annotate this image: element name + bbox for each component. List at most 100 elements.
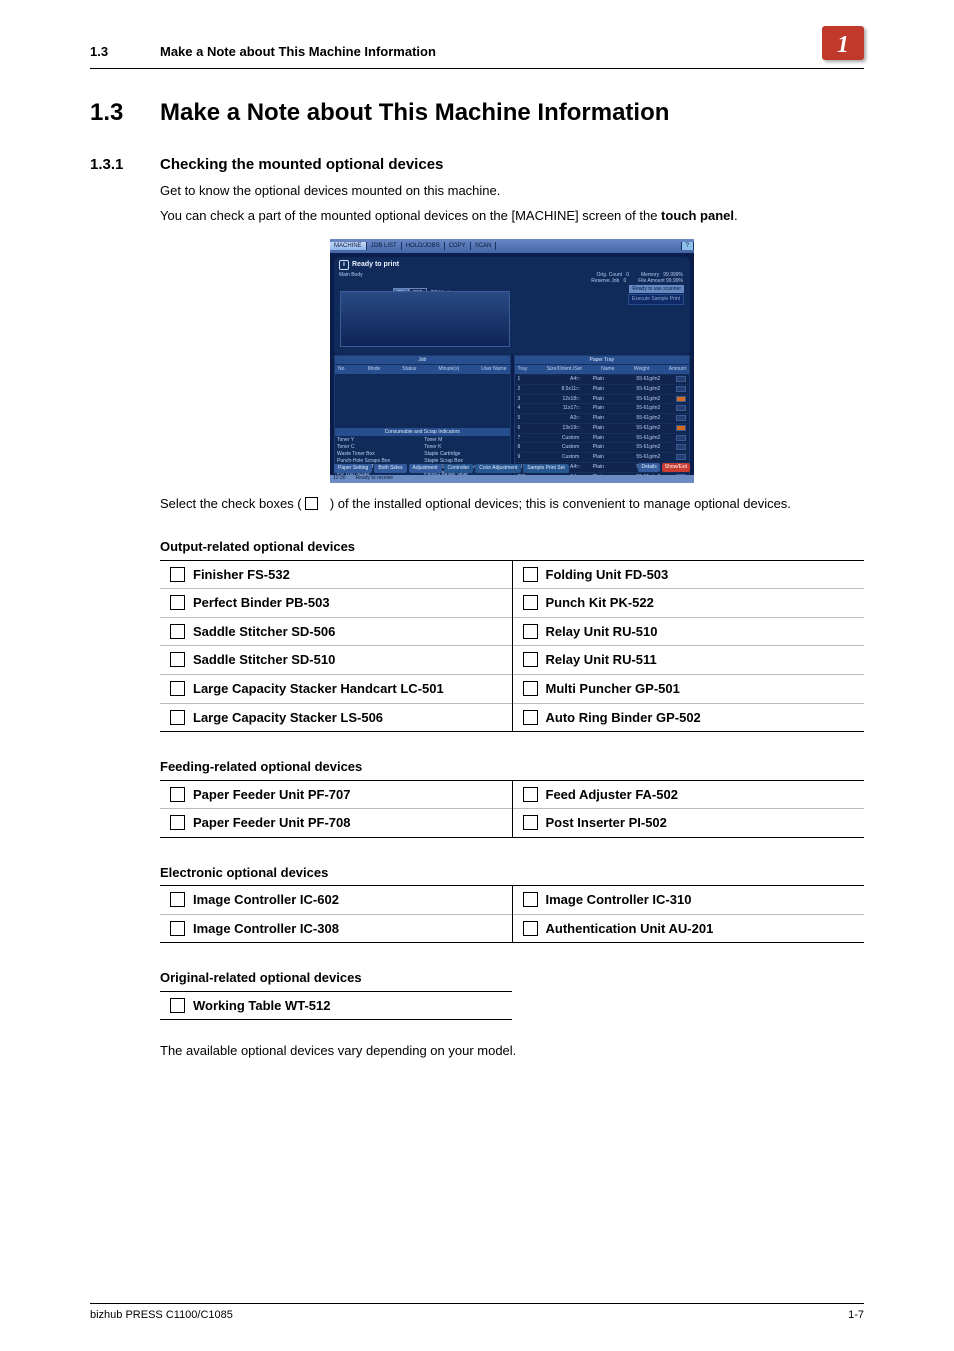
paragraph-3b: ) of the installed optional devices; thi… <box>326 496 791 511</box>
paragraph-2: You can check a part of the mounted opti… <box>160 207 864 225</box>
device-checkbox[interactable] <box>170 624 185 639</box>
device-checkbox[interactable] <box>523 624 538 639</box>
device-checkbox[interactable] <box>170 652 185 667</box>
page-header: 1.3 Make a Note about This Machine Infor… <box>90 30 864 69</box>
device-checkbox[interactable] <box>523 815 538 830</box>
tray-row: 28.5x11□Plain55-61g/m2 <box>515 384 690 394</box>
device-checkbox[interactable] <box>523 567 538 582</box>
device-checkbox[interactable] <box>170 892 185 907</box>
paragraph-1: Get to know the optional devices mounted… <box>160 182 864 200</box>
device-label: Punch Kit PK-522 <box>546 595 654 610</box>
device-label: Authentication Unit AU-201 <box>546 921 714 936</box>
device-cell: Finisher FS-532 <box>160 560 512 589</box>
tab-copy: COPY <box>445 242 471 250</box>
header-section-number: 1.3 <box>90 43 160 61</box>
tray-row: 8CustomPlain55-61g/m2 <box>515 442 690 452</box>
device-checkbox[interactable] <box>523 595 538 610</box>
device-checkbox[interactable] <box>170 998 185 1013</box>
ready-scanner-button: Ready to use scanner <box>629 285 684 294</box>
device-checkbox[interactable] <box>523 681 538 696</box>
checkbox-glyph <box>305 497 318 510</box>
device-checkbox[interactable] <box>170 681 185 696</box>
tray-row: 1A4□Plain55-61g/m2 <box>515 374 690 384</box>
device-checkbox[interactable] <box>170 921 185 936</box>
execute-sample-print-button: Execute Sample Print <box>628 294 684 305</box>
device-checkbox[interactable] <box>170 595 185 610</box>
section-heading-number: 1.3 <box>90 97 160 129</box>
device-cell: Saddle Stitcher SD-510 <box>160 646 512 675</box>
device-cell: Image Controller IC-310 <box>512 886 864 915</box>
device-label: Image Controller IC-310 <box>546 892 692 907</box>
device-cell: Large Capacity Stacker LS-506 <box>160 703 512 732</box>
device-label: Finisher FS-532 <box>193 567 290 582</box>
screenshot-right-buttons: Details Show/Exit <box>638 463 690 472</box>
tab-tail-icon: ? <box>681 242 694 250</box>
device-label: Auto Ring Binder GP-502 <box>546 710 701 725</box>
device-cell: Folding Unit FD-503 <box>512 560 864 589</box>
feeding-devices-table: Paper Feeder Unit PF-707 Feed Adjuster FA… <box>160 780 864 838</box>
tray-row: 5A3□Plain55-61g/m2 <box>515 413 690 423</box>
device-label: Paper Feeder Unit PF-707 <box>193 787 351 802</box>
footer-left: bizhub PRESS C1100/C1085 <box>90 1308 233 1323</box>
device-checkbox[interactable] <box>523 652 538 667</box>
device-checkbox[interactable] <box>170 815 185 830</box>
tray-row: 7CustomPlain55-61g/m2 <box>515 433 690 443</box>
subsection-heading: 1.3.1 Checking the mounted optional devi… <box>90 155 864 175</box>
device-cell: Auto Ring Binder GP-502 <box>512 703 864 732</box>
status-ready: Ready to print <box>339 260 685 270</box>
tab-scan: SCAN <box>471 242 497 250</box>
device-label: Large Capacity Stacker Handcart LC-501 <box>193 681 444 696</box>
paragraph-3: Select the check boxes ( ) of the instal… <box>160 495 864 513</box>
device-label: Folding Unit FD-503 <box>546 567 669 582</box>
device-cell: Multi Puncher GP-501 <box>512 675 864 704</box>
original-devices-table: Working Table WT-512 <box>160 991 512 1021</box>
electronic-devices-table: Image Controller IC-602 Image Controller … <box>160 885 864 943</box>
device-label: Feed Adjuster FA-502 <box>546 787 678 802</box>
device-checkbox[interactable] <box>170 567 185 582</box>
device-label: Image Controller IC-308 <box>193 921 339 936</box>
device-cell: Paper Feeder Unit PF-707 <box>160 780 512 809</box>
device-cell: Saddle Stitcher SD-506 <box>160 617 512 646</box>
device-checkbox[interactable] <box>170 710 185 725</box>
device-label: Image Controller IC-602 <box>193 892 339 907</box>
device-cell: Relay Unit RU-510 <box>512 617 864 646</box>
header-section-title: Make a Note about This Machine Informati… <box>160 43 810 61</box>
tab-job-list: JOB LIST <box>367 242 402 250</box>
device-cell: Working Table WT-512 <box>160 991 512 1020</box>
section-heading-title: Make a Note about This Machine Informati… <box>160 97 669 129</box>
device-label: Multi Puncher GP-501 <box>546 681 680 696</box>
device-label: Post Inserter PI-502 <box>546 815 667 830</box>
device-checkbox[interactable] <box>170 787 185 802</box>
device-label: Saddle Stitcher SD-510 <box>193 652 335 667</box>
device-cell: Punch Kit PK-522 <box>512 589 864 618</box>
paragraph-2c: . <box>734 208 738 223</box>
device-checkbox[interactable] <box>523 892 538 907</box>
device-checkbox[interactable] <box>523 787 538 802</box>
device-checkbox[interactable] <box>523 710 538 725</box>
machine-screen-screenshot: MACHINE JOB LIST HOLD/JOBS COPY SCAN ? R… <box>330 239 694 483</box>
device-label: Relay Unit RU-510 <box>546 624 658 639</box>
device-label: Paper Feeder Unit PF-708 <box>193 815 351 830</box>
device-cell: Relay Unit RU-511 <box>512 646 864 675</box>
device-label: Saddle Stitcher SD-506 <box>193 624 335 639</box>
electronic-devices-title: Electronic optional devices <box>160 864 864 882</box>
main-body-label: Main Body <box>339 272 363 279</box>
device-checkbox[interactable] <box>523 921 538 936</box>
chapter-number-badge: 1 <box>822 26 864 60</box>
device-cell: Authentication Unit AU-201 <box>512 914 864 943</box>
section-heading: 1.3 Make a Note about This Machine Infor… <box>90 97 864 129</box>
tray-row: 411x17□Plain55-61g/m2 <box>515 403 690 413</box>
output-devices-title: Output-related optional devices <box>160 538 864 556</box>
tab-hold-jobs: HOLD/JOBS <box>402 242 445 250</box>
output-devices-table: Finisher FS-532Folding Unit FD-503Perfec… <box>160 560 864 732</box>
device-cell: Paper Feeder Unit PF-708 <box>160 809 512 838</box>
tray-row: 9CustomPlain55-61g/m2 <box>515 452 690 462</box>
page-footer: bizhub PRESS C1100/C1085 1-7 <box>90 1303 864 1323</box>
footer-right: 1-7 <box>848 1308 864 1323</box>
device-label: Working Table WT-512 <box>193 998 330 1013</box>
device-cell: Large Capacity Stacker Handcart LC-501 <box>160 675 512 704</box>
subsection-heading-title: Checking the mounted optional devices <box>160 155 443 175</box>
feeding-devices-title: Feeding-related optional devices <box>160 758 864 776</box>
screenshot-status-bar: 12:30 Ready to receive <box>330 475 694 483</box>
term-touch-panel: touch panel <box>661 208 734 223</box>
